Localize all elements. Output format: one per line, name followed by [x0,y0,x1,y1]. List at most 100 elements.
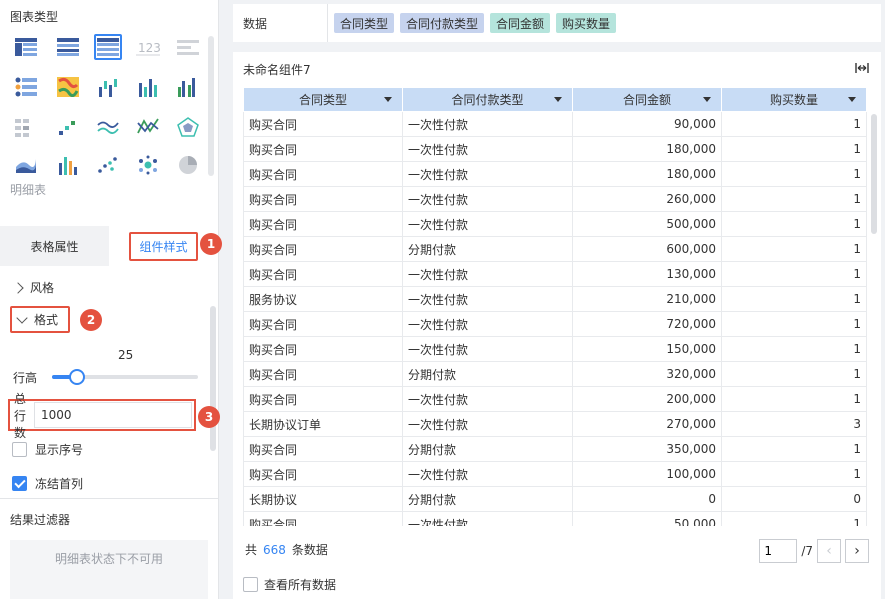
table-row[interactable]: 购买合同 一次性付款 500,000 1 [243,211,867,237]
area-chart-icon[interactable] [12,152,40,178]
table-row[interactable]: 购买合同 一次性付款 150,000 1 [243,336,867,362]
table-cell: 一次性付款 [402,511,573,526]
caret-down-icon[interactable] [703,97,711,102]
table-cell: 260,000 [572,186,722,212]
format-scrollbar[interactable] [210,306,216,451]
page-number-input[interactable] [759,539,798,563]
text-component-icon[interactable] [174,34,202,60]
table-cell: 180,000 [572,161,722,187]
heatmap-icon[interactable] [54,74,82,100]
view-all-data-checkbox[interactable] [243,577,258,592]
table-row[interactable]: 购买合同 一次性付款 260,000 1 [243,186,867,212]
table-scrollbar[interactable] [871,114,877,234]
table-row[interactable]: 服务协议 一次性付款 210,000 1 [243,286,867,312]
show-index-option[interactable]: 显示序号 [12,441,83,458]
dot-matrix-icon[interactable] [12,114,40,140]
waterfall-icon[interactable] [94,74,122,100]
table-cell: 350,000 [572,436,722,462]
row-height-slider[interactable] [52,369,198,385]
chevron-right-icon [12,281,24,294]
table-cell: 购买合同 [243,186,403,212]
prev-page-button[interactable]: ‹ [817,539,841,563]
table-cell: 0 [572,486,722,512]
table-cell: 1 [721,336,867,362]
show-index-checkbox[interactable] [12,442,27,457]
tab-table-properties[interactable]: 表格属性 [0,226,109,266]
field-pill-payment-type[interactable]: 合同付款类型 [400,13,485,33]
caret-down-icon[interactable] [554,97,562,102]
view-all-data-option[interactable]: 查看所有数据 [243,576,336,593]
next-page-button[interactable]: › [845,539,869,563]
count-suffix: 条数据 [291,543,328,557]
table-cell: 购买合同 [243,111,403,137]
caret-down-icon[interactable] [848,97,856,102]
cross-table-icon[interactable] [12,34,40,60]
group-table-icon[interactable] [54,34,82,60]
table-row[interactable]: 购买合同 一次性付款 180,000 1 [243,136,867,162]
freeze-first-column-label: 冻结首列 [35,477,84,491]
table-row[interactable]: 购买合同 一次性付款 100,000 1 [243,461,867,487]
grouped-bar-icon[interactable] [174,74,202,100]
table-row[interactable]: 长期协议 分期付款 0 0 [243,486,867,512]
stacked-bar-icon[interactable] [54,152,82,178]
table-row[interactable]: 购买合同 一次性付款 720,000 1 [243,311,867,337]
total-rows-input[interactable] [34,402,192,428]
caret-down-icon[interactable] [384,97,392,102]
table-cell: 服务协议 [243,286,403,312]
table-row[interactable]: 购买合同 分期付款 600,000 1 [243,236,867,262]
row-height-slider-handle[interactable] [68,369,85,385]
pie-chart-icon[interactable] [174,152,202,178]
column-header-contract-type[interactable]: 合同类型 [243,87,403,112]
table-row[interactable]: 购买合同 一次性付款 50,000 1 [243,511,867,526]
table-cell: 一次性付款 [402,111,573,137]
field-pill-contract-amount[interactable]: 合同金额 [490,13,551,33]
config-tabs: 表格属性 组件样式 [0,226,218,266]
table-cell: 一次性付款 [402,186,573,212]
table-body: 购买合同 一次性付款 90,000 1 购买合同 一次性付款 180,000 1 购买合同 一次性… [243,111,867,526]
table-cell: 1 [721,236,867,262]
bar-chart-icon[interactable] [134,74,162,100]
freeze-first-column-checkbox[interactable] [12,476,27,491]
table-cell: 50,000 [572,511,722,526]
dot-list-icon[interactable] [12,74,40,100]
table-row[interactable]: 长期协议订单 一次性付款 270,000 3 [243,411,867,437]
kpi-number-icon[interactable]: 123 [134,34,162,60]
table-header-row: 合同类型 合同付款类型 合同金额 购买数量 [243,87,867,112]
section-style-label: 风格 [30,281,55,295]
table-cell: 500,000 [572,211,722,237]
detail-table-icon[interactable] [94,34,122,60]
table-row[interactable]: 购买合同 一次性付款 90,000 1 [243,111,867,137]
chart-grid-scrollbar[interactable] [208,36,214,176]
line-chart-icon[interactable] [94,114,122,140]
bubble-chart-icon[interactable] [134,152,162,178]
column-header-purchase-quantity[interactable]: 购买数量 [721,87,867,112]
section-style[interactable]: 风格 [12,279,55,296]
table-row[interactable]: 购买合同 一次性付款 200,000 1 [243,386,867,412]
tab-table-properties-label: 表格属性 [30,239,79,254]
row-height-label: 行高 [13,371,38,385]
callout-badge-2: 2 [80,309,102,331]
combo-line-icon[interactable] [134,114,162,140]
table-cell: 分期付款 [402,361,573,387]
column-header-payment-type[interactable]: 合同付款类型 [402,87,573,112]
table-cell: 一次性付款 [402,261,573,287]
table-cell: 购买合同 [243,311,403,337]
table-cell: 180,000 [572,136,722,162]
table-row[interactable]: 购买合同 分期付款 350,000 1 [243,436,867,462]
left-config-panel: 图表类型 123 明细表 表格属性 组件样式 1 风格 格式 2 25 行高 总… [0,0,222,599]
field-pill-contract-type[interactable]: 合同类型 [334,13,395,33]
column-header-label: 合同类型 [298,93,347,107]
section-format[interactable]: 格式 [10,306,71,333]
freeze-first-column-option[interactable]: 冻结首列 [12,475,83,492]
table-cell: 分期付款 [402,236,573,262]
radar-chart-icon[interactable] [174,114,202,140]
step-chart-icon[interactable] [54,114,82,140]
table-row[interactable]: 购买合同 一次性付款 130,000 1 [243,261,867,287]
table-row[interactable]: 购买合同 分期付款 320,000 1 [243,361,867,387]
callout-badge-1: 1 [200,233,222,255]
field-pill-purchase-quantity[interactable]: 购买数量 [556,13,617,33]
table-row[interactable]: 购买合同 一次性付款 180,000 1 [243,161,867,187]
scatter-chart-icon[interactable] [94,152,122,178]
column-header-contract-amount[interactable]: 合同金额 [572,87,722,112]
table-cell: 0 [721,486,867,512]
